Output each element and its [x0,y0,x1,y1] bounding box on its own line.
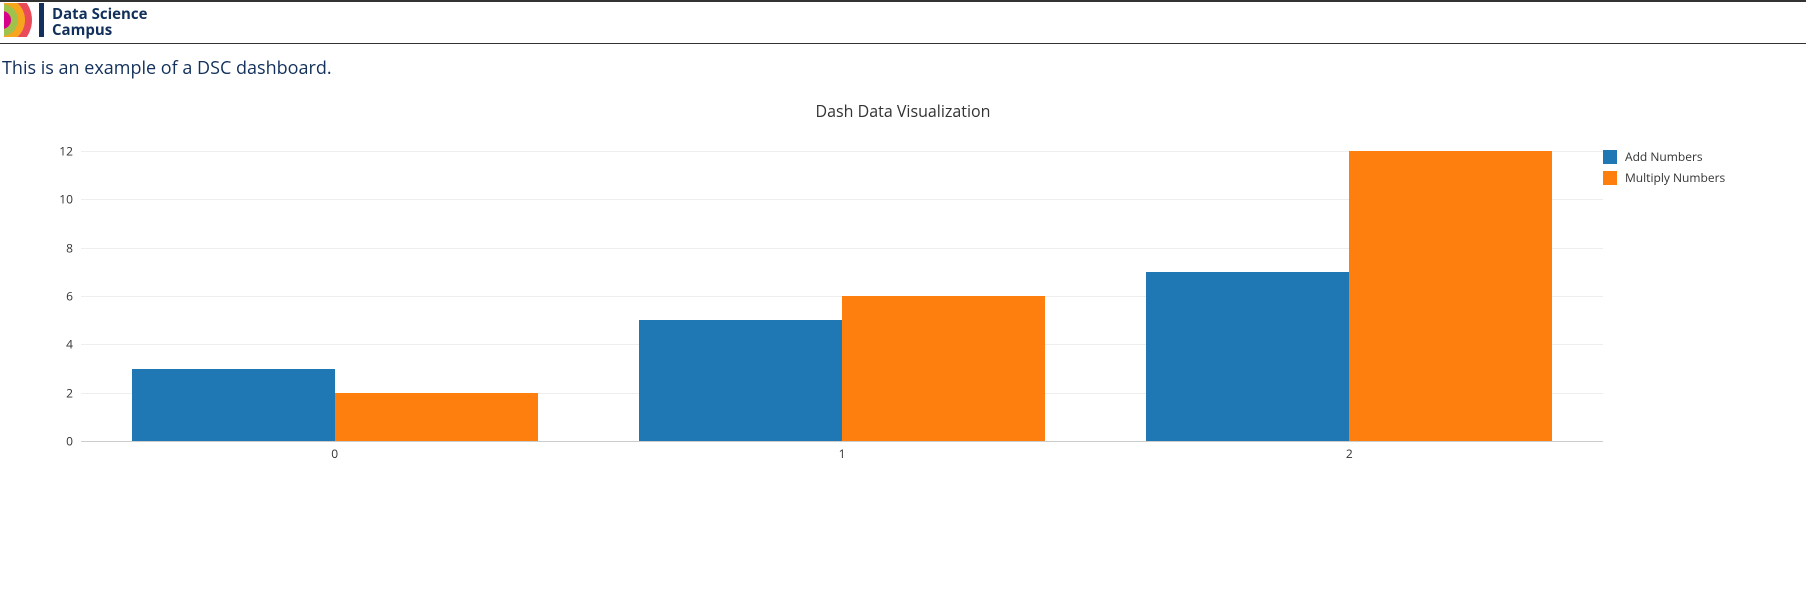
header-bar: Data Science Campus [0,0,1806,44]
chart-body: 024681012012 Add Numbers Multiply Numbers [23,146,1783,466]
legend: Add Numbers Multiply Numbers [1603,146,1783,466]
brand-name: Data Science Campus [52,7,147,39]
bar[interactable] [1146,272,1349,441]
chart-container: Dash Data Visualization 024681012012 Add… [23,100,1783,466]
legend-label: Add Numbers [1625,148,1703,165]
brand-logo-icon [4,3,44,42]
legend-label: Multiply Numbers [1625,169,1725,186]
plot-area[interactable]: 024681012012 [81,146,1603,466]
y-tick-label: 6 [66,288,81,305]
y-tick-label: 4 [66,336,81,353]
legend-item[interactable]: Add Numbers [1603,148,1783,165]
legend-swatch-icon [1603,171,1617,185]
legend-item[interactable]: Multiply Numbers [1603,169,1783,186]
bar[interactable] [1349,151,1552,441]
chart-title: Dash Data Visualization [23,100,1783,122]
y-tick-label: 12 [59,143,81,160]
brand-name-line2: Campus [52,23,147,39]
bar[interactable] [132,369,335,442]
brand: Data Science Campus [4,3,147,42]
bar[interactable] [335,393,538,441]
legend-swatch-icon [1603,150,1617,164]
y-tick-label: 2 [66,384,81,401]
bar[interactable] [842,296,1045,441]
bar[interactable] [639,320,842,441]
y-tick-label: 10 [59,191,81,208]
y-tick-label: 0 [66,433,81,450]
page-description: This is an example of a DSC dashboard. [2,56,1806,80]
y-tick-label: 8 [66,239,81,256]
